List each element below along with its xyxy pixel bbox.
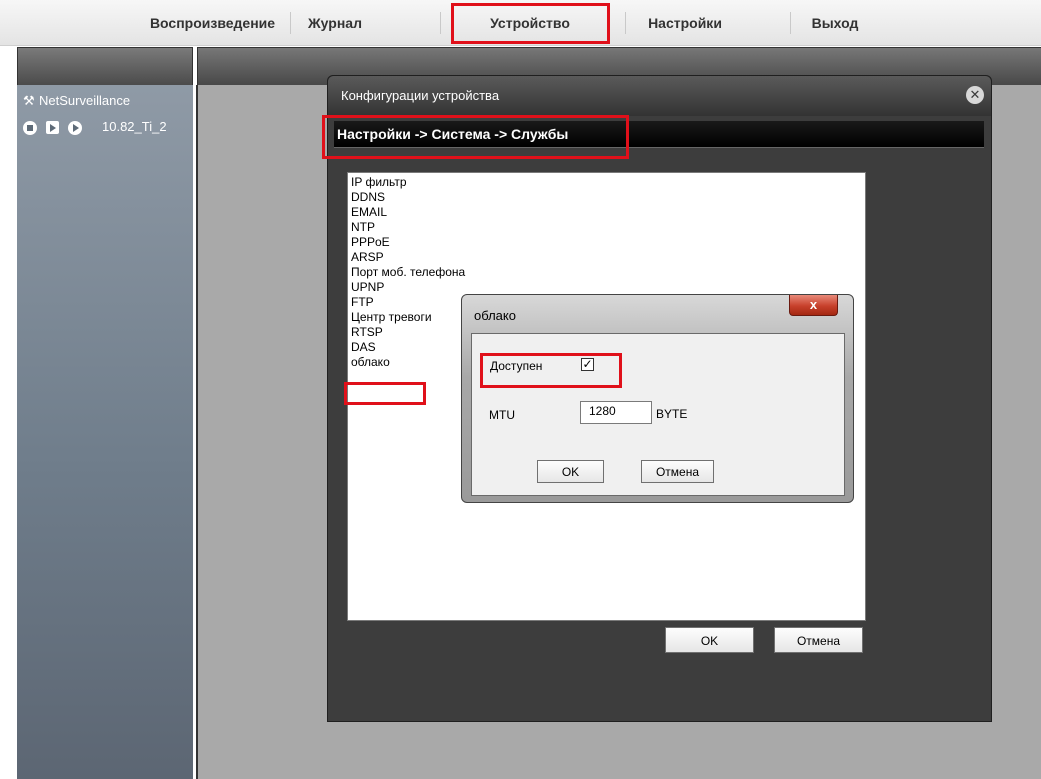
enabled-label: Доступен [490, 359, 543, 373]
list-item[interactable]: FTP [351, 295, 374, 310]
device-tree-panel: ⚒ NetSurveillance 10.82_Ti_2 [17, 85, 193, 779]
cloud-dialog: облако x Доступен ✓ MTU 1280 BYTE OK Отм… [461, 294, 854, 503]
menu-divider [790, 12, 791, 34]
menu-divider [440, 12, 441, 34]
cloud-ok-button[interactable]: OK [537, 460, 604, 483]
menu-playback[interactable]: Воспроизведение [140, 8, 285, 38]
sidebar-header [17, 47, 193, 87]
menu-exit[interactable]: Выход [800, 8, 870, 38]
menu-settings[interactable]: Настройки [635, 8, 735, 38]
mtu-unit: BYTE [656, 407, 688, 421]
ok-button[interactable]: OK [665, 627, 754, 653]
dialog-title-bar[interactable]: Конфигурации устройства ✕ [328, 76, 991, 116]
stop-icon[interactable] [23, 121, 37, 135]
list-item[interactable]: IP фильтр [351, 175, 407, 190]
record-icon[interactable] [46, 121, 59, 134]
device-tree-title[interactable]: NetSurveillance [39, 93, 130, 108]
wrench-icon: ⚒ [23, 93, 35, 108]
menu-divider [290, 12, 291, 34]
list-item[interactable]: PPPoE [351, 235, 390, 250]
cloud-cancel-button[interactable]: Отмена [641, 460, 714, 483]
play-icon[interactable] [68, 121, 82, 135]
list-item[interactable]: RTSP [351, 325, 383, 340]
mtu-input[interactable]: 1280 [580, 401, 652, 424]
close-icon[interactable]: ✕ [966, 86, 984, 104]
close-icon[interactable]: x [789, 295, 838, 316]
breadcrumb: Настройки -> Система -> Службы [334, 121, 984, 148]
menu-log[interactable]: Журнал [300, 8, 370, 38]
list-item[interactable]: UPNP [351, 280, 384, 295]
list-item[interactable]: DAS [351, 340, 376, 355]
breadcrumb-text: Настройки -> Система -> Службы [337, 126, 569, 142]
list-item[interactable]: ARSP [351, 250, 384, 265]
list-item[interactable]: Порт моб. телефона [351, 265, 465, 280]
cloud-dialog-body: Доступен ✓ MTU 1280 BYTE OK Отмена [471, 333, 845, 496]
dialog-title: Конфигурации устройства [341, 88, 500, 103]
enabled-checkbox[interactable]: ✓ [581, 358, 594, 371]
channel-item[interactable]: 10.82_Ti_2 [102, 119, 167, 134]
cancel-button[interactable]: Отмена [774, 627, 863, 653]
mtu-label: MTU [489, 408, 515, 422]
list-item[interactable]: EMAIL [351, 205, 387, 220]
menu-divider [625, 12, 626, 34]
top-menu-bar: Воспроизведение Журнал Устройство Настро… [0, 0, 1041, 46]
list-item-cloud[interactable]: облако [351, 355, 390, 370]
list-item[interactable]: DDNS [351, 190, 385, 205]
menu-device[interactable]: Устройство [455, 8, 605, 38]
list-item[interactable]: NTP [351, 220, 375, 235]
list-item[interactable]: Центр тревоги [351, 310, 432, 325]
cloud-dialog-title: облако [474, 308, 516, 323]
